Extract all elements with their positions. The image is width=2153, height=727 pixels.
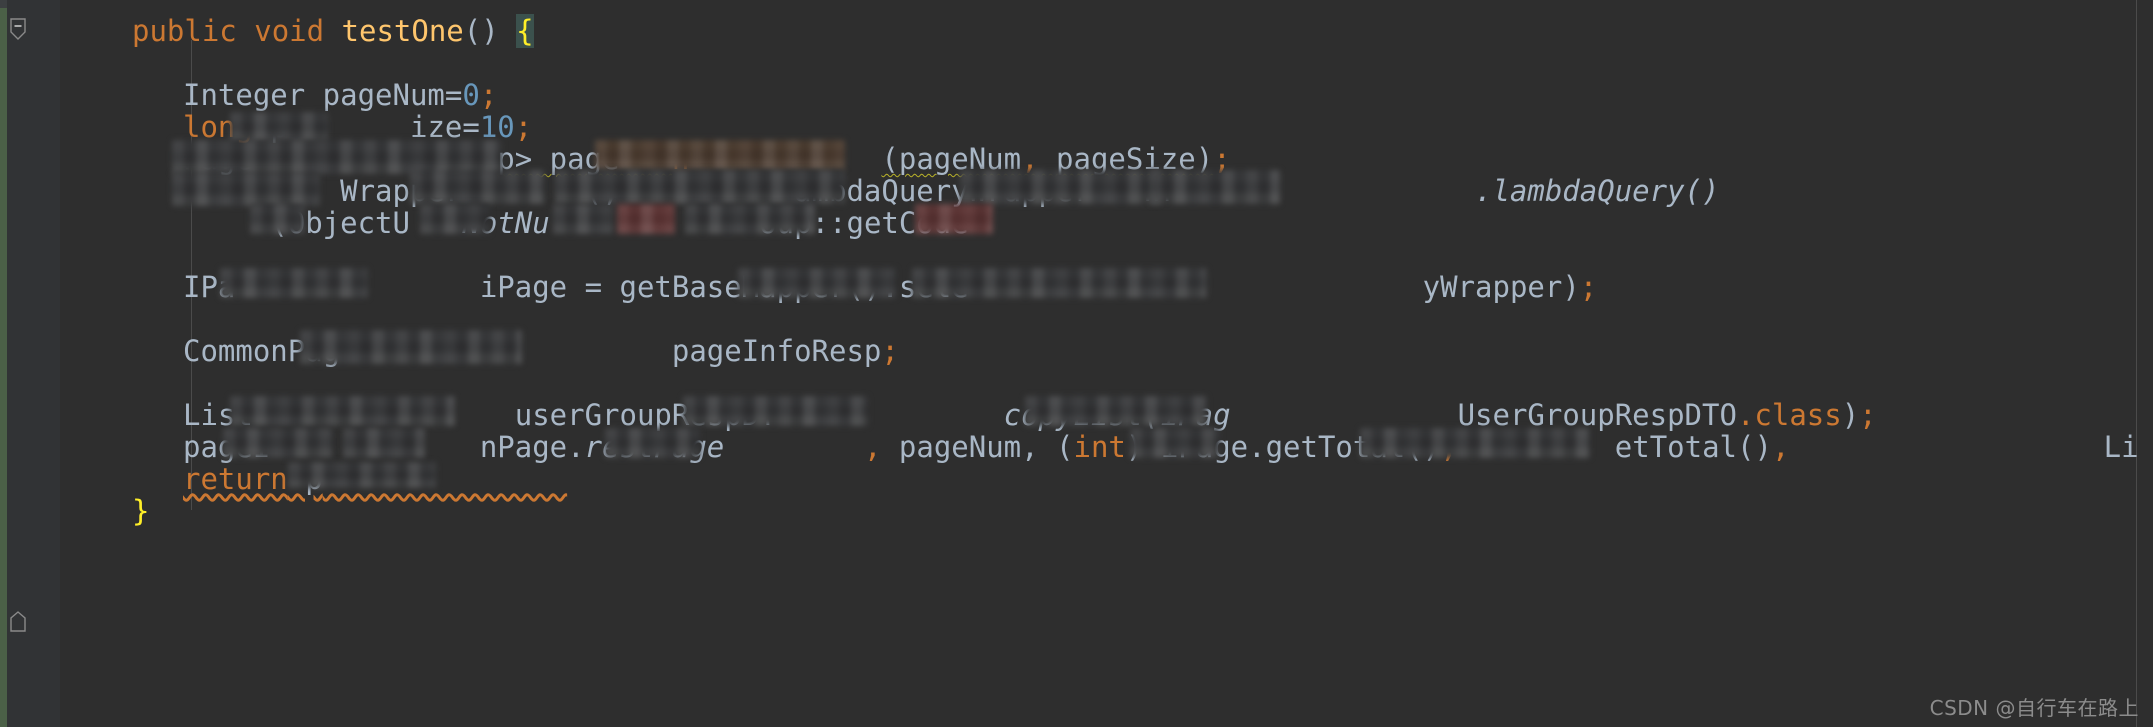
redact-wrapper-left xyxy=(172,172,320,206)
token-open-brace-highlight: { xyxy=(516,14,534,48)
token-number-ten: 10 xyxy=(479,110,515,144)
token-npage-prefix: nPage. xyxy=(479,430,585,464)
code-line-commonpage-decl[interactable]: CommonPag pageInfoResp; xyxy=(183,332,899,370)
csdn-watermark: CSDN @自行车在路上 xyxy=(1929,696,2139,720)
token-method-name-testone: testOne xyxy=(341,14,464,48)
redact-wr-static xyxy=(1150,170,1280,204)
token-space-2 xyxy=(324,14,341,48)
redact-notnull-arg xyxy=(617,204,675,234)
token-open-paren-cast: ( xyxy=(1056,430,1074,464)
token-close-brace: } xyxy=(132,494,150,528)
token-var-pageinforesp: pageInfoResp xyxy=(654,334,882,368)
redact-restpage-arg xyxy=(605,428,700,458)
redact-page-generic xyxy=(172,140,502,174)
token-keyword-void: void xyxy=(254,14,325,48)
redact-wrapper-mid xyxy=(410,170,545,204)
token-semicolon-6: ; xyxy=(1859,398,1877,432)
token-integer-pagenum: Integer pageNum= xyxy=(183,78,463,112)
redact-list-arg xyxy=(1360,428,1590,458)
redact-notnull-tail xyxy=(553,204,613,234)
token-semicolon-4: ; xyxy=(1579,270,1598,304)
redact-wrapper-class xyxy=(960,170,1160,204)
redact-pagesize-ident xyxy=(230,112,328,142)
token-keyword-int: int xyxy=(1073,430,1126,464)
token-close-paren-1: ) xyxy=(1841,398,1860,432)
redact-objectutil-mid xyxy=(420,204,490,234)
token-space-3 xyxy=(499,14,516,48)
redact-select-args-b xyxy=(912,268,1207,298)
redact-pageinfo-ident xyxy=(223,428,333,458)
token-arg-pagenum: pageNum, xyxy=(881,430,1057,464)
redact-wrapper-generic xyxy=(555,170,845,204)
token-comma-4: , xyxy=(1771,430,1790,464)
token-semicolon-1: ; xyxy=(479,78,498,112)
token-number-zero: 0 xyxy=(462,78,480,112)
redact-page-ctor xyxy=(595,140,845,170)
token-comma-2: , xyxy=(863,430,882,464)
token-space-1 xyxy=(237,14,254,48)
token-list-arg: List) xyxy=(1789,430,2153,464)
redact-copylist-args xyxy=(1025,396,1207,426)
code-editor-window: public void testOne() { Integer pageNum=… xyxy=(0,0,2153,727)
fold-collapse-icon[interactable] xyxy=(7,18,29,40)
token-pagesize-suffix: ize= xyxy=(409,110,480,144)
redact-list-generic xyxy=(230,396,455,426)
token-semicolon-2: ; xyxy=(514,110,533,144)
token-keyword-return: return xyxy=(183,462,288,496)
redact-dto-tail xyxy=(683,396,868,426)
token-copylist-args-gap xyxy=(1231,398,1441,432)
fold-end-anchor-icon[interactable] xyxy=(8,611,28,632)
token-usergrouprespdto-class: UserGroupRespDTO xyxy=(1440,398,1737,432)
token-parens: () xyxy=(463,14,499,48)
redact-restpage-pre xyxy=(343,428,425,458)
token-dot-class: .class xyxy=(1736,398,1842,432)
code-line-closing-brace[interactable]: } xyxy=(132,492,149,530)
token-semicolon-5: ; xyxy=(881,334,899,368)
redact-return-ident xyxy=(288,462,436,488)
redact-getcode-arg xyxy=(915,204,993,234)
vcs-strip-top-cap xyxy=(0,0,7,8)
token-keyword-public: public xyxy=(132,14,237,48)
editor-scrollbar-rail[interactable] xyxy=(2139,0,2153,727)
vcs-change-marker-strip[interactable] xyxy=(0,0,7,727)
redact-total-ident xyxy=(1130,428,1220,458)
redact-ipage-generic xyxy=(220,268,368,298)
redact-objectutil-pre xyxy=(250,204,305,234)
token-restpage-arg-gap xyxy=(724,430,864,464)
right-margin-line xyxy=(2136,0,2137,727)
redact-select-args-a xyxy=(738,268,896,298)
redact-commonpage-generic xyxy=(300,330,522,364)
code-line-method-signature[interactable]: public void testOne() { xyxy=(132,12,534,50)
redact-group-ref xyxy=(685,204,815,234)
